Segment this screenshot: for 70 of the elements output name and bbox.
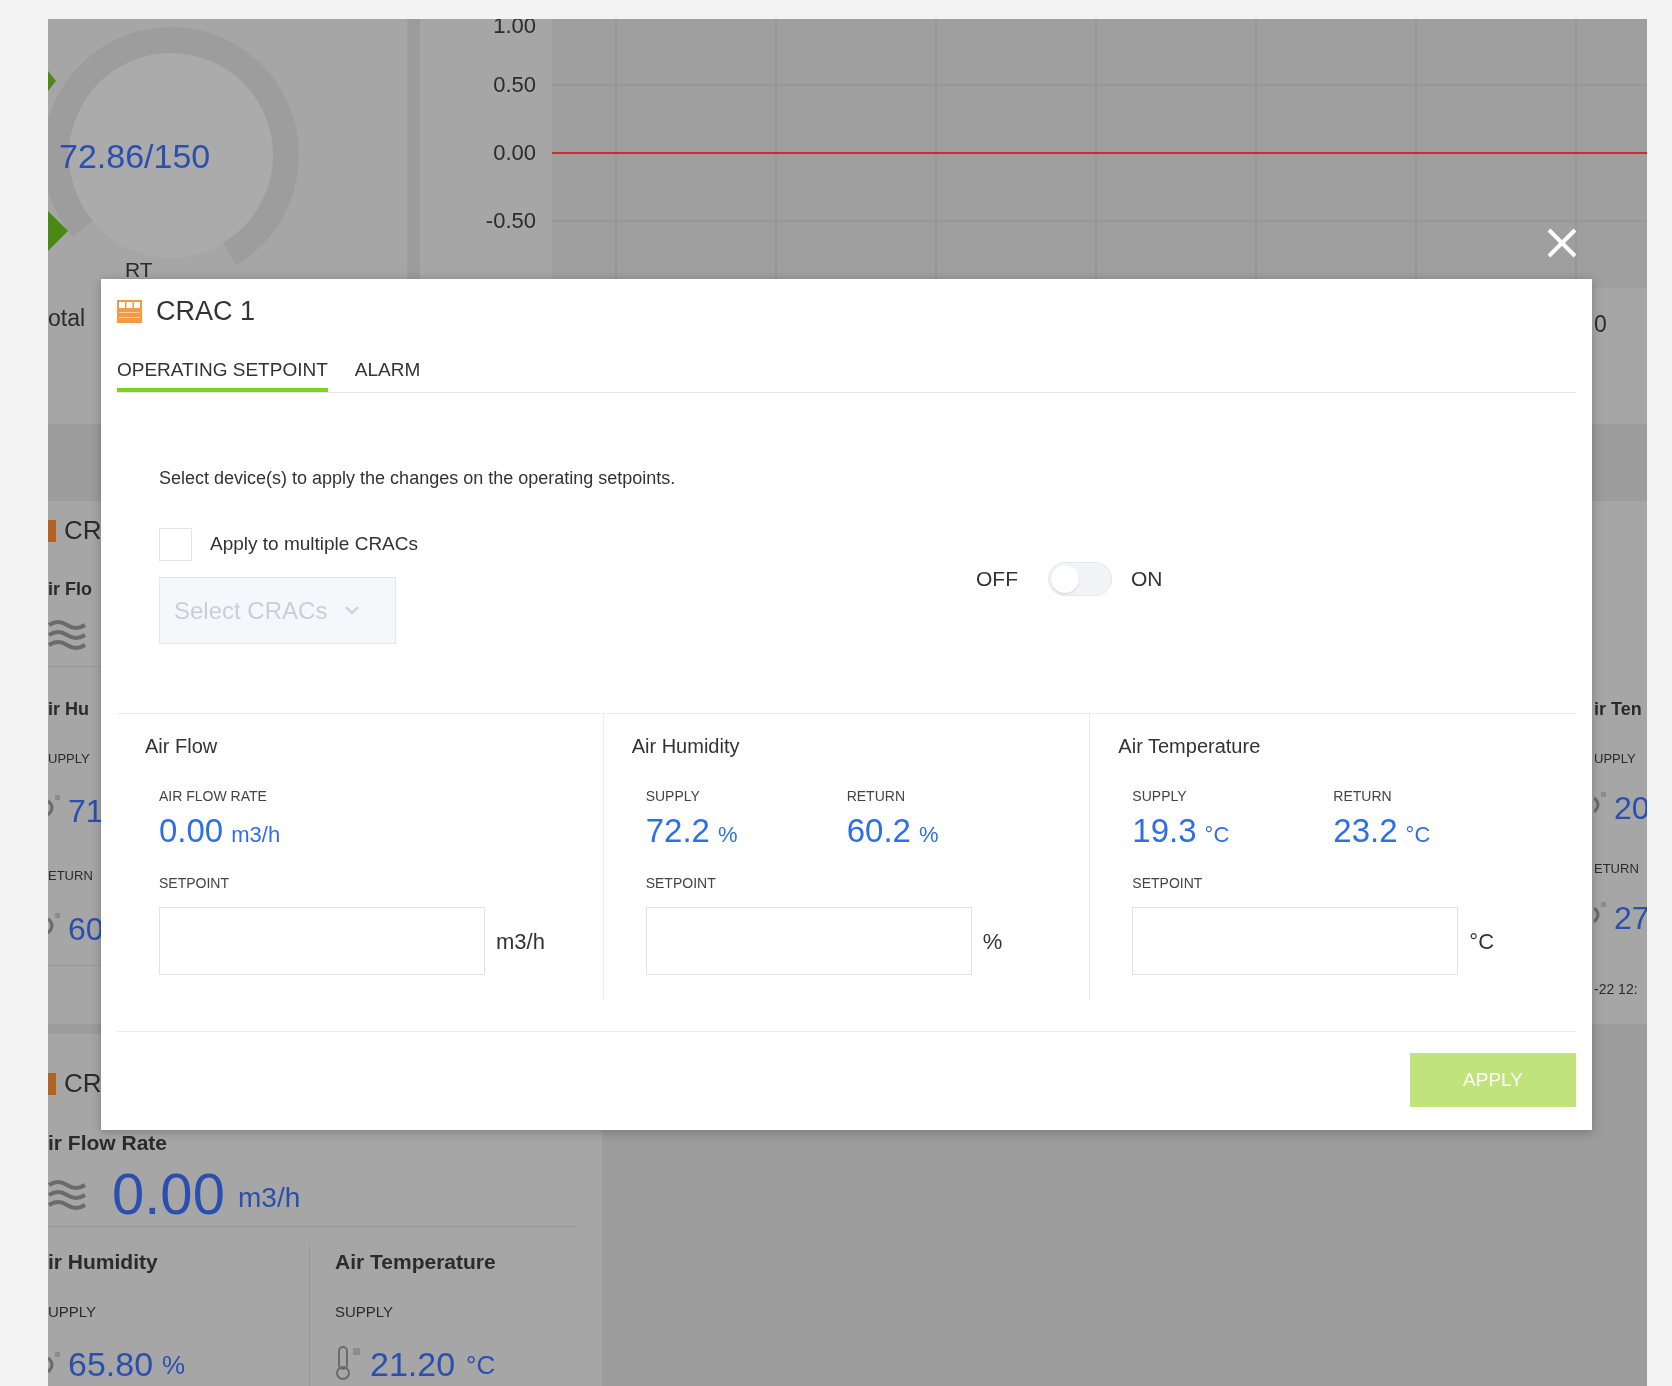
axis-tick-label: 0.00 [493, 142, 536, 164]
checkbox-label: Apply to multiple CRACs [210, 532, 419, 557]
reading-label: AIR FLOW RATE [159, 787, 267, 805]
reading-value: 0.00 [159, 812, 224, 850]
reading-value: 72.2 [645, 812, 710, 850]
timestamp: -22 12: [1594, 982, 1638, 996]
setpoint-field[interactable] [159, 907, 485, 975]
reading-value: 60.2 [846, 812, 911, 850]
reading-label: SUPPLY [645, 787, 700, 805]
metric-title: Air Temperature [335, 1251, 496, 1272]
waves-icon [48, 619, 86, 653]
checkbox[interactable] [159, 528, 192, 561]
setpoint-field[interactable] [645, 907, 972, 975]
close-icon [1546, 227, 1578, 259]
gauge-caption: otal [48, 307, 86, 330]
tab[interactable]: OPERATING SETPOINT [117, 358, 328, 392]
reading-label: SUPPLY [335, 1304, 394, 1319]
reading-label: ETURN [48, 869, 93, 882]
metric-title: ir Flow Rate [48, 1132, 168, 1153]
reading-label: UPPLY [1594, 752, 1636, 765]
setpoint-label: SETPOINT [1132, 874, 1203, 892]
reading-label: RETURN [1333, 787, 1392, 805]
reading-label: ETURN [1594, 862, 1639, 875]
setpoint-unit: % [982, 927, 1003, 956]
instruction-text: Select device(s) to apply the changes on the operating setpoints. [159, 467, 677, 490]
chevron-down-icon [345, 606, 360, 615]
gauge-reading: 72.86/150 [59, 139, 211, 173]
off-label: OFF [976, 566, 1019, 593]
reading-value: 19.3 [1132, 812, 1197, 850]
dialog-title: CRAC 1 [156, 296, 256, 326]
setpoint-field[interactable] [1132, 907, 1459, 975]
reading-value: 60 [68, 913, 104, 945]
card-title: CR [64, 1070, 102, 1096]
metric-title: ir Hu [48, 700, 89, 718]
setpoint-unit: m3/h [496, 927, 545, 956]
power-toggle[interactable] [1048, 562, 1112, 596]
gauge-label: RT [125, 259, 153, 280]
reading-unit: °C [466, 1352, 496, 1378]
reading-value: 0.00 [112, 1165, 225, 1223]
reading-value: 65.80 [68, 1347, 154, 1381]
reading-value: 21.20 [370, 1347, 456, 1381]
tab[interactable]: ALARM [354, 358, 421, 392]
reading-label: UPPLY [48, 1304, 97, 1319]
section-title: Air Flow [145, 734, 219, 759]
on-label: ON [1131, 566, 1163, 593]
reading-unit: m3/h [238, 1184, 301, 1212]
setpoint-label: SETPOINT [159, 874, 229, 892]
reading-value: 71 [68, 795, 104, 827]
waves-icon [48, 1179, 86, 1213]
axis-tick-label: 0.50 [493, 74, 536, 96]
reading-unit: % [162, 1352, 186, 1378]
reading-unit: °C [1405, 822, 1431, 848]
setpoint-unit: °C [1469, 927, 1495, 956]
reading-value: 23.2 [1333, 812, 1398, 850]
reading-unit: % [918, 822, 939, 848]
reading-label: RETURN [846, 787, 905, 805]
section-title: Air Temperature [1118, 734, 1262, 759]
metric-title: ir Flo [48, 580, 92, 598]
section-title: Air Humidity [631, 734, 741, 759]
card-title: CR [64, 517, 102, 543]
reading-unit: % [717, 822, 738, 848]
reading-label: UPPLY [48, 752, 90, 765]
metric-title: ir Humidity [48, 1251, 158, 1272]
axis-tick-label: -0.50 [485, 210, 536, 232]
reading-unit: °C [1204, 822, 1230, 848]
setpoint-label: SETPOINT [645, 874, 716, 892]
chart-value: 0 [1594, 313, 1607, 336]
metric-title: ir Ten [1594, 700, 1642, 718]
reading-unit: m3/h [231, 822, 281, 848]
reading-label: SUPPLY [1132, 787, 1187, 805]
